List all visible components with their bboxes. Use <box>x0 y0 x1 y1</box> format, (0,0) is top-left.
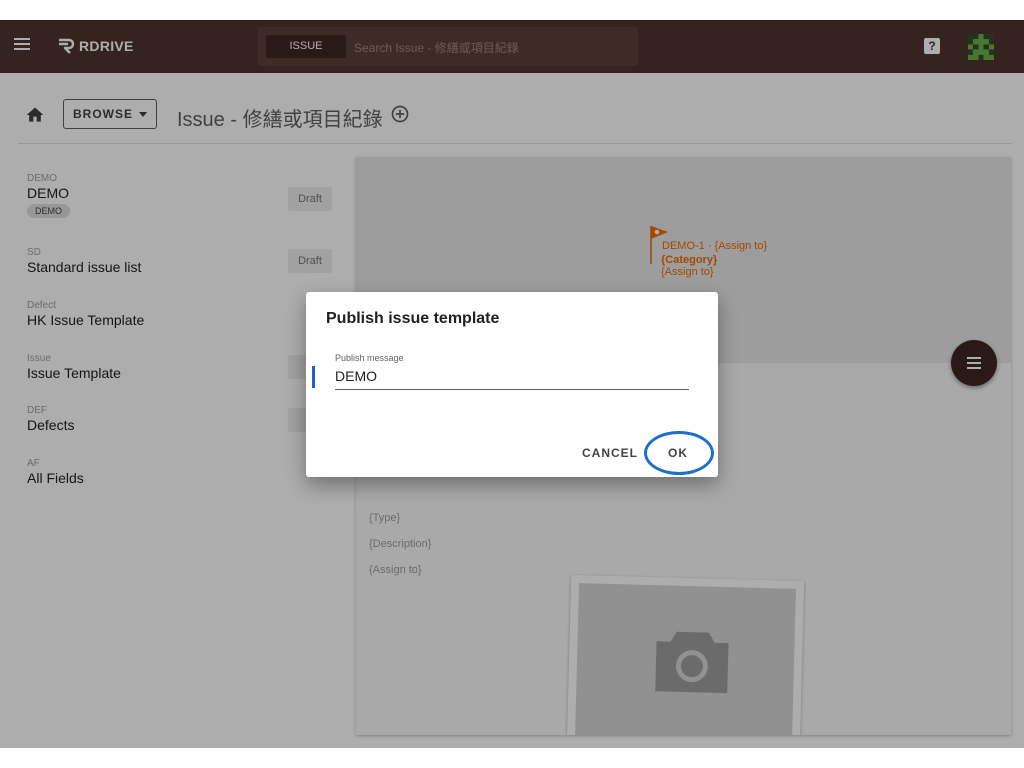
publish-message-input[interactable]: DEMO <box>335 368 377 384</box>
app-window: RDRIVE ISSUE Search Issue - 修繕或項目紀錄 ? BR… <box>0 20 1024 748</box>
dialog-title: Publish issue template <box>326 310 500 327</box>
ok-highlight-ring <box>644 431 714 475</box>
publish-template-dialog: Publish issue template Publish message D… <box>306 292 718 477</box>
focus-indicator <box>312 366 315 388</box>
input-underline <box>335 389 689 390</box>
cancel-button[interactable]: CANCEL <box>582 446 638 460</box>
publish-message-label: Publish message <box>335 353 404 363</box>
